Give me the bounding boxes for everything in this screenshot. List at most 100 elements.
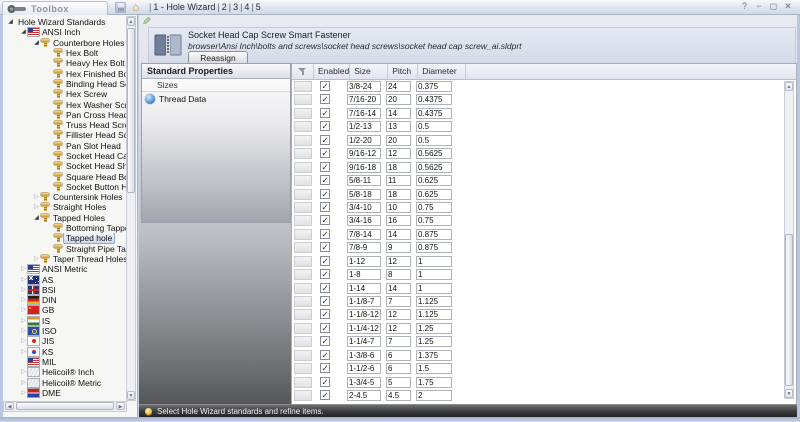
size-input[interactable]	[347, 363, 381, 374]
scroll-down-icon[interactable]: ▼	[127, 391, 135, 400]
help-button[interactable]: ?	[738, 1, 750, 11]
tree-item-fillister-head-screw[interactable]: Fillister Head Screw	[3, 130, 127, 140]
row-selector[interactable]	[294, 309, 312, 320]
pitch-input[interactable]	[386, 135, 411, 146]
row-selector[interactable]	[294, 189, 312, 200]
tree-item-countersink-holes[interactable]: ▷Countersink Holes	[3, 192, 127, 202]
collapse-arrow-icon[interactable]: ◢	[19, 27, 28, 37]
tree-vertical-scrollbar[interactable]: ▲ ▼	[126, 16, 136, 401]
diameter-input[interactable]	[416, 121, 452, 132]
enabled-checkbox[interactable]: ✓	[320, 350, 330, 360]
tree-item-mil[interactable]: MIL	[3, 357, 127, 367]
diameter-input[interactable]	[416, 229, 452, 240]
expand-arrow-icon[interactable]: ▷	[19, 316, 28, 326]
enabled-checkbox[interactable]: ✓	[320, 309, 330, 319]
row-selector[interactable]	[294, 148, 312, 159]
expand-arrow-icon[interactable]: ▷	[19, 388, 28, 398]
enabled-checkbox[interactable]: ✓	[320, 269, 330, 279]
pitch-input[interactable]	[386, 350, 411, 361]
row-selector[interactable]	[294, 229, 312, 240]
enabled-checkbox[interactable]: ✓	[320, 363, 330, 373]
enabled-checkbox[interactable]: ✓	[320, 283, 330, 293]
tree-item-binding-head-screw[interactable]: Binding Head Screw	[3, 79, 127, 89]
scroll-up-icon[interactable]: ▲	[785, 82, 793, 91]
tree-item-helicoil-inch[interactable]: ▷Helicoil® Inch	[3, 367, 127, 377]
diameter-input[interactable]	[416, 256, 452, 267]
diameter-input[interactable]	[416, 269, 452, 280]
expand-arrow-icon[interactable]: ▷	[19, 305, 28, 315]
size-input[interactable]	[347, 390, 381, 401]
tree-item-taper-thread-holes[interactable]: ▷Taper Thread Holes	[3, 254, 127, 264]
diameter-input[interactable]	[416, 175, 452, 186]
tree-item-dme[interactable]: ▷DME	[3, 388, 127, 398]
size-input[interactable]	[347, 108, 381, 119]
row-selector[interactable]	[294, 108, 312, 119]
expand-arrow-icon[interactable]: ▷	[19, 295, 28, 305]
row-selector[interactable]	[294, 94, 312, 105]
size-input[interactable]	[347, 242, 381, 253]
enabled-checkbox[interactable]: ✓	[320, 336, 330, 346]
tree-item-hex-bolt[interactable]: Hex Bolt	[3, 48, 127, 58]
minimize-button[interactable]: −	[753, 1, 765, 11]
size-input[interactable]	[347, 283, 381, 294]
row-selector[interactable]	[294, 363, 312, 374]
tree-item-ansi-metric[interactable]: ▷ANSI Metric	[3, 264, 127, 274]
diameter-input[interactable]	[416, 162, 452, 173]
tree-item-hex-washer-screw[interactable]: Hex Washer Screw	[3, 99, 127, 109]
expand-arrow-icon[interactable]: ▷	[32, 202, 41, 212]
pitch-input[interactable]	[386, 336, 411, 347]
expand-arrow-icon[interactable]: ▷	[32, 254, 41, 264]
diameter-input[interactable]	[416, 309, 452, 320]
row-selector[interactable]	[294, 256, 312, 267]
close-button[interactable]: ✕	[782, 1, 794, 12]
collapse-arrow-icon[interactable]: ◢	[6, 17, 15, 27]
tree-item-hole-wizard-standards[interactable]: ◢Hole Wizard Standards	[3, 17, 127, 27]
tree-item-truss-head-screw[interactable]: Truss Head Screw	[3, 120, 127, 130]
thread-data-item[interactable]: Thread Data	[142, 92, 290, 105]
scroll-left-icon[interactable]: ◀	[5, 402, 14, 410]
enabled-checkbox[interactable]: ✓	[320, 108, 330, 118]
enabled-checkbox[interactable]: ✓	[320, 135, 330, 145]
expand-arrow-icon[interactable]: ▷	[19, 275, 28, 285]
filter-column-header[interactable]	[292, 64, 314, 79]
size-input[interactable]	[347, 350, 381, 361]
size-input[interactable]	[347, 135, 381, 146]
diameter-input[interactable]	[416, 296, 452, 307]
pitch-input[interactable]	[386, 148, 411, 159]
pitch-input[interactable]	[386, 108, 411, 119]
row-selector[interactable]	[294, 377, 312, 388]
enabled-checkbox[interactable]: ✓	[320, 162, 330, 172]
table-vertical-scrollbar[interactable]: ▲ ▼	[784, 81, 794, 399]
pitch-input[interactable]	[386, 309, 411, 320]
diameter-input[interactable]	[416, 377, 452, 388]
size-input[interactable]	[347, 269, 381, 280]
pitch-input[interactable]	[386, 189, 411, 200]
diameter-input[interactable]	[416, 81, 452, 92]
tree-item-pan-slot-head[interactable]: Pan Slot Head	[3, 141, 127, 151]
enabled-column-header[interactable]: Enabled	[314, 64, 350, 79]
pitch-input[interactable]	[386, 229, 411, 240]
tree-item-jis[interactable]: ▷JIS	[3, 336, 127, 346]
tree-item-is[interactable]: ▷IS	[3, 316, 127, 326]
diameter-input[interactable]	[416, 242, 452, 253]
diameter-input[interactable]	[416, 363, 452, 374]
nav-page-2[interactable]: 2	[222, 2, 227, 12]
tree-item-counterbore-holes[interactable]: ◢Counterbore Holes	[3, 38, 127, 48]
pitch-input[interactable]	[386, 256, 411, 267]
size-input[interactable]	[347, 121, 381, 132]
save-icon[interactable]	[115, 2, 126, 13]
pitch-input[interactable]	[386, 242, 411, 253]
row-selector[interactable]	[294, 296, 312, 307]
tree-hscroll-thumb[interactable]	[16, 402, 114, 410]
row-selector[interactable]	[294, 269, 312, 280]
pitch-input[interactable]	[386, 377, 411, 388]
size-input[interactable]	[347, 323, 381, 334]
pitch-input[interactable]	[386, 323, 411, 334]
size-input[interactable]	[347, 256, 381, 267]
pitch-input[interactable]	[386, 269, 411, 280]
row-selector[interactable]	[294, 162, 312, 173]
tree-item-hex-finished-bolt[interactable]: Hex Finished Bolt	[3, 68, 127, 78]
row-selector[interactable]	[294, 202, 312, 213]
collapse-arrow-icon[interactable]: ◢	[32, 213, 41, 223]
tree-item-din[interactable]: ▷DIN	[3, 295, 127, 305]
